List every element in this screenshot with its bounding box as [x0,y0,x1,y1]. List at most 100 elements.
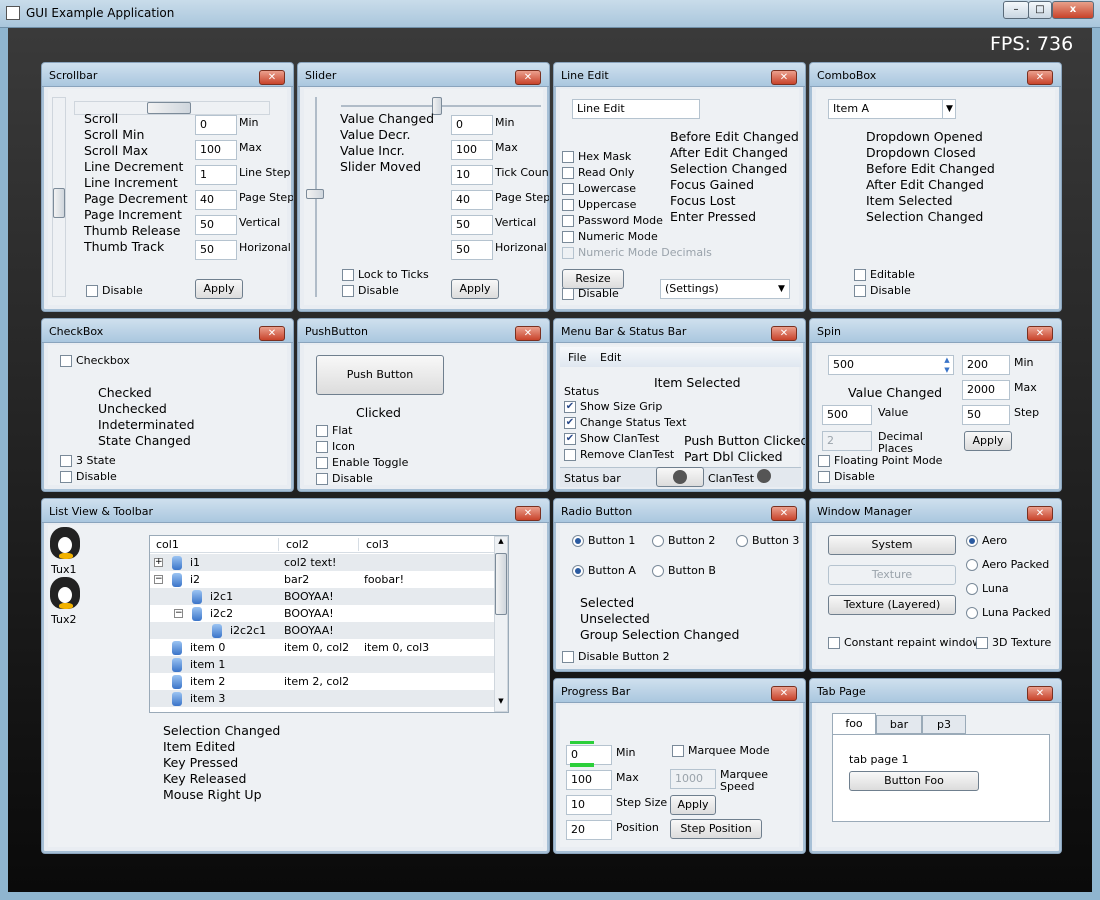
texture-layered-button[interactable]: Texture (Layered) [828,595,956,615]
disable-checkbox[interactable] [562,288,574,300]
vertical-scrollbar[interactable] [52,97,66,297]
marquee-speed-input[interactable]: 1000 [670,769,716,789]
number-field[interactable]: 100 [195,140,237,160]
apply-button[interactable]: Apply [195,279,243,299]
three-state-checkbox[interactable] [60,455,72,467]
table-row[interactable]: item 0 item 0, col2 item 0, col3 [150,639,494,656]
table-row[interactable]: item 3 [150,690,494,707]
expand-icon[interactable]: + [154,558,163,567]
option-checkbox[interactable] [562,167,574,179]
number-field[interactable]: 50 [195,240,237,260]
texture-3d-checkbox[interactable] [976,637,988,649]
radio-button[interactable] [966,535,978,547]
option-checkbox[interactable] [316,425,328,437]
close-icon[interactable]: ✕ [515,506,541,521]
option-checkbox[interactable] [562,199,574,211]
number-field[interactable]: 50 [195,215,237,235]
tux-icon[interactable] [50,577,80,609]
line-edit-input[interactable]: Line Edit [572,99,700,119]
floating-point-checkbox[interactable] [818,455,830,467]
number-field[interactable]: 10 [451,165,493,185]
option-checkbox[interactable] [562,183,574,195]
number-field[interactable]: 50 [451,240,493,260]
close-icon[interactable]: ✕ [1027,686,1053,701]
table-row[interactable]: − i2c2 BOOYAA! [150,605,494,622]
radio-button[interactable] [652,535,664,547]
close-icon[interactable]: ✕ [771,326,797,341]
option-checkbox[interactable] [564,449,576,461]
number-field[interactable]: 100 [451,140,493,160]
radio-button[interactable] [572,565,584,577]
disable-checkbox[interactable] [60,471,72,483]
option-checkbox[interactable]: ✔ [564,401,576,413]
value-input[interactable]: 500 [822,405,872,425]
option-checkbox[interactable] [316,457,328,469]
apply-button[interactable]: Apply [451,279,499,299]
close-icon[interactable]: ✕ [515,70,541,85]
close-icon[interactable]: ✕ [1027,326,1053,341]
chevron-down-icon[interactable]: ▼ [495,697,507,711]
close-button[interactable]: x [1052,1,1094,19]
number-field[interactable]: 200 [962,355,1010,375]
radio-button[interactable] [652,565,664,577]
radio-button[interactable] [966,583,978,595]
list-scrollbar[interactable]: ▲ ▼ [494,536,508,712]
chevron-up-icon[interactable]: ▲ [495,537,507,551]
disable-checkbox[interactable] [86,285,98,297]
disable-checkbox[interactable] [854,285,866,297]
system-button[interactable]: System [828,535,956,555]
close-icon[interactable]: ✕ [771,686,797,701]
scrollbar-thumb[interactable] [147,102,191,114]
number-field[interactable]: 1 [195,165,237,185]
option-checkbox[interactable]: ✔ [564,417,576,429]
option-checkbox[interactable] [562,247,574,259]
tab-bar[interactable]: bar [876,715,922,734]
step-position-button[interactable]: Step Position [670,819,762,839]
push-button[interactable]: Push Button [316,355,444,395]
tab-p3[interactable]: p3 [922,715,966,734]
button-foo[interactable]: Button Foo [849,771,979,791]
number-field[interactable]: 2000 [962,380,1010,400]
vertical-slider-thumb[interactable] [306,189,324,199]
spin-arrows-icon[interactable]: ▲ ▼ [940,355,954,375]
collapse-icon[interactable]: − [174,609,183,618]
number-field[interactable]: 0 [566,745,612,765]
constant-repaint-checkbox[interactable] [828,637,840,649]
close-icon[interactable]: ✕ [515,326,541,341]
table-row[interactable]: i2c1 BOOYAA! [150,588,494,605]
radio-button[interactable] [966,607,978,619]
option-checkbox[interactable] [562,231,574,243]
decimal-places-input[interactable]: 2 [822,431,872,451]
column-header[interactable]: col1 [156,538,179,551]
column-header[interactable]: col3 [366,538,389,551]
list-view[interactable]: col1 col2 col3 + i1 col2 text! − i2 bar2 fooba… [149,535,509,713]
apply-button[interactable]: Apply [964,431,1012,451]
number-field[interactable]: 0 [451,115,493,135]
texture-button[interactable]: Texture [828,565,956,585]
number-field[interactable]: 50 [962,405,1010,425]
option-checkbox[interactable] [316,473,328,485]
checkbox-widget[interactable] [60,355,72,367]
option-checkbox[interactable] [562,151,574,163]
close-icon[interactable]: ✕ [1027,70,1053,85]
scrollbar-thumb[interactable] [53,188,65,218]
number-field[interactable]: 40 [195,190,237,210]
radio-button[interactable] [572,535,584,547]
menu-file[interactable]: File [568,351,586,364]
lock-to-ticks-checkbox[interactable] [342,269,354,281]
disable-checkbox[interactable] [818,471,830,483]
disable-button2-checkbox[interactable] [562,651,574,663]
radio-button[interactable] [736,535,748,547]
apply-button[interactable]: Apply [670,795,716,815]
scrollbar-thumb[interactable] [495,553,507,615]
table-row[interactable]: item 1 [150,656,494,673]
maximize-button[interactable]: □ [1028,1,1052,19]
tab-foo[interactable]: foo [832,713,876,735]
radio-button[interactable] [966,559,978,571]
collapse-icon[interactable]: − [154,575,163,584]
table-row[interactable]: item 2 item 2, col2 [150,673,494,690]
chevron-down-icon[interactable]: ▼ [775,281,788,297]
resize-button[interactable]: Resize [562,269,624,289]
close-icon[interactable]: ✕ [771,506,797,521]
tux-icon[interactable] [50,527,80,559]
